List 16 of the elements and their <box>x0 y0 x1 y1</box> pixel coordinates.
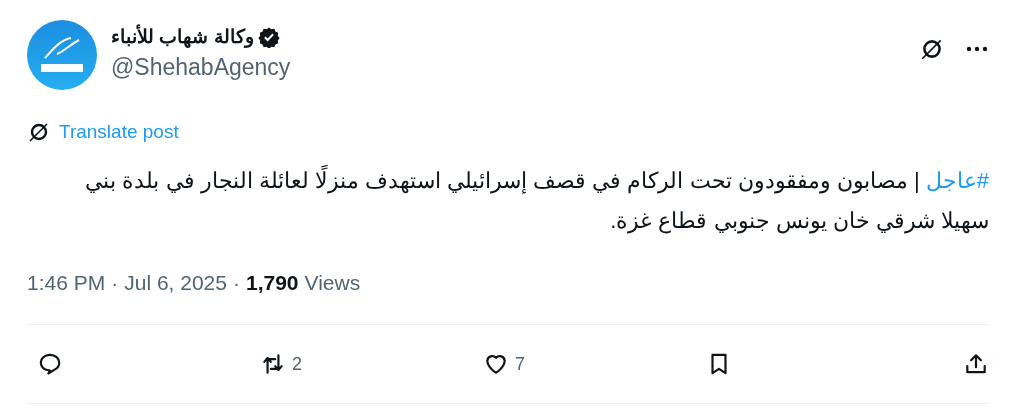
views-label: Views <box>304 269 361 296</box>
avatar[interactable] <box>27 20 97 90</box>
repost-button[interactable]: 2 <box>260 350 320 378</box>
post-time[interactable]: 1:46 PM <box>27 266 106 298</box>
post-text: #عاجل | مصابون ومفقودون تحت الركام في قصف إسرائيلي استهدف منزلًا لعائلة النجار في بلدة بني سهيلا شرقي خان يونس جنوبي قطاع غزة. <box>84 164 989 236</box>
repost-icon <box>260 351 286 377</box>
author-handle[interactable]: @ShehabAgency <box>111 52 291 82</box>
speech-bubble-icon <box>37 351 63 377</box>
separator: · <box>232 269 240 296</box>
post-date[interactable]: Jul 6, 2025 <box>124 266 227 298</box>
author-name[interactable]: وكالة شهاب للأنباء <box>111 24 254 50</box>
more-icon[interactable] <box>965 44 989 54</box>
view-count: 1,790 <box>245 269 299 296</box>
like-button[interactable]: 7 <box>483 350 543 378</box>
translate-link[interactable]: Translate post <box>59 118 179 147</box>
separator: · <box>111 269 119 296</box>
